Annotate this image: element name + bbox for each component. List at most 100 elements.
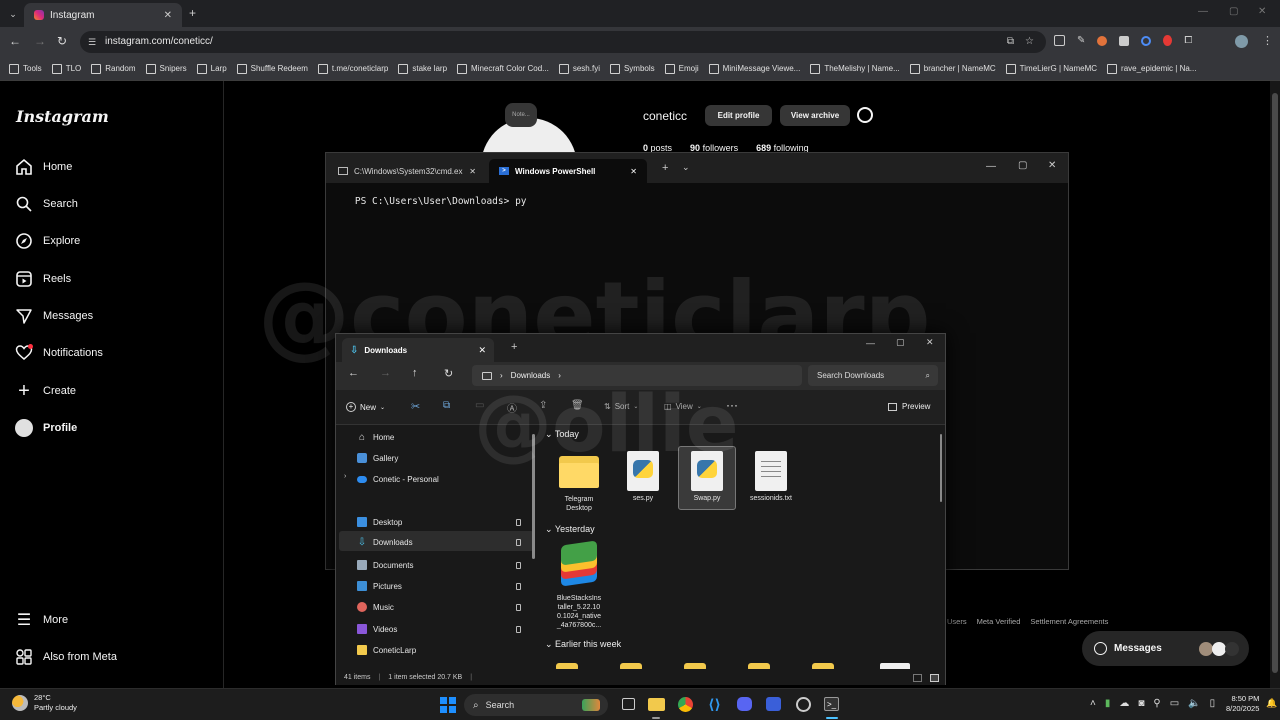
refresh-icon[interactable]: ↻: [444, 367, 453, 380]
maximize-explorer-icon[interactable]: ▢: [896, 337, 905, 348]
nav-home[interactable]: Home: [15, 155, 72, 179]
chrome-taskbar-icon[interactable]: [678, 697, 693, 712]
file-explorer-taskbar-icon[interactable]: [648, 698, 665, 711]
bookmark-item[interactable]: Larp: [196, 63, 227, 74]
sidebar-scrollbar[interactable]: [532, 434, 535, 559]
edit-profile-button[interactable]: Edit profile: [705, 105, 772, 126]
close-tab-icon[interactable]: ✕: [478, 345, 486, 356]
tiles-view-icon[interactable]: [930, 673, 939, 682]
app-blue-taskbar-icon[interactable]: [766, 697, 781, 711]
extension-1-icon[interactable]: [1054, 35, 1065, 46]
clock[interactable]: 8:50 PM 8/20/2025: [1226, 694, 1259, 714]
minimize-browser-icon[interactable]: —: [1198, 6, 1208, 17]
profile-avatar-icon[interactable]: [1235, 35, 1248, 48]
page-scrollbar[interactable]: [1270, 81, 1280, 688]
explorer-address-bar[interactable]: › Downloads ›: [472, 365, 802, 386]
battery-icon[interactable]: ▯: [1210, 698, 1216, 709]
nav-notifications[interactable]: Notifications: [15, 341, 103, 365]
pen-extension-icon[interactable]: ✎: [1077, 35, 1085, 46]
tray-app-icon[interactable]: ◙: [1138, 698, 1144, 709]
maximize-browser-icon[interactable]: ▢: [1229, 6, 1238, 17]
new-tab-icon[interactable]: +: [189, 6, 196, 20]
install-icon[interactable]: ⧉: [1007, 31, 1014, 53]
bookmark-item[interactable]: Emoji: [664, 63, 699, 74]
messages-pill[interactable]: Messages: [1082, 631, 1249, 666]
sidebar-item-videos[interactable]: Videos: [357, 619, 529, 639]
reload-icon[interactable]: ↻: [57, 34, 67, 48]
sidebar-item-music[interactable]: Music: [357, 597, 529, 617]
extension-blue-icon[interactable]: [1141, 35, 1152, 46]
minimize-terminal-icon[interactable]: —: [986, 161, 996, 172]
extensions-puzzle-icon[interactable]: ⧠: [1184, 35, 1192, 46]
maximize-terminal-icon[interactable]: ▢: [1018, 160, 1027, 171]
content-scrollbar[interactable]: [940, 434, 942, 502]
nav-profile[interactable]: Profile: [15, 416, 77, 440]
sort-button[interactable]: ⇅ Sort ⌄: [604, 402, 638, 411]
extension-orange-icon[interactable]: [1097, 35, 1108, 46]
view-button[interactable]: ◫ View ⌄: [664, 402, 702, 411]
bookmark-item[interactable]: Minecraft Color Cod...: [457, 63, 549, 74]
tab-search-icon[interactable]: ⌄: [6, 7, 20, 21]
nav-create[interactable]: + Create: [15, 379, 76, 403]
group-header-today[interactable]: ⌄ Today: [545, 429, 579, 440]
minimize-explorer-icon[interactable]: —: [866, 338, 875, 348]
group-header-earlier[interactable]: ⌄ Earlier this week: [545, 639, 621, 650]
file-explorer-window[interactable]: ⇩ Downloads ✕ + — ▢ ✕ ← → ↑ ↻ › Download…: [335, 333, 946, 685]
close-tab-icon[interactable]: ✕: [630, 167, 637, 176]
vscode-taskbar-icon[interactable]: ⟨⟩: [707, 696, 722, 712]
volume-icon[interactable]: 🔈: [1188, 698, 1200, 709]
sidebar-item-coneticlarp[interactable]: ConeticLarp: [357, 640, 416, 660]
extension-red-icon[interactable]: [1163, 35, 1173, 46]
taskbar-search[interactable]: ⌕ Search: [464, 694, 608, 716]
app-outline-taskbar-icon[interactable]: [796, 697, 811, 712]
terminal-taskbar-icon[interactable]: >_: [824, 697, 839, 711]
new-terminal-tab-icon[interactable]: +: [662, 162, 668, 174]
terminal-tab-powershell[interactable]: > Windows PowerShell ✕: [489, 159, 647, 183]
network-icon[interactable]: ▭: [1170, 698, 1179, 709]
pin-icon[interactable]: [516, 561, 521, 569]
extension-gray-icon[interactable]: [1119, 35, 1130, 46]
bookmark-item[interactable]: MiniMessage Viewe...: [708, 63, 800, 74]
bookmark-item[interactable]: TLO: [51, 63, 81, 74]
bookmark-item[interactable]: Shuffle Redeem: [236, 63, 308, 74]
footer-link-settlement[interactable]: Settlement Agreements: [1030, 617, 1108, 626]
tray-green-icon[interactable]: ▮: [1105, 698, 1111, 709]
back-icon[interactable]: ←: [348, 367, 359, 379]
bookmark-item[interactable]: stake larp: [398, 63, 447, 74]
bookmark-item[interactable]: Random: [91, 63, 136, 74]
pin-icon[interactable]: [516, 518, 521, 526]
expand-chevron-icon[interactable]: ›: [344, 473, 346, 480]
nav-explore[interactable]: Explore: [15, 229, 80, 253]
preview-button[interactable]: Preview: [888, 402, 930, 411]
bookmark-item[interactable]: Snipers: [145, 63, 187, 74]
footer-link-meta-verified[interactable]: Meta Verified: [977, 617, 1021, 626]
cut-icon[interactable]: ✂: [411, 400, 420, 413]
explorer-tab[interactable]: ⇩ Downloads ✕: [342, 338, 494, 362]
pin-icon[interactable]: [516, 538, 521, 546]
start-windows-icon[interactable]: [440, 697, 456, 713]
bookmark-item[interactable]: Tools: [9, 63, 42, 74]
nav-reels[interactable]: Reels: [15, 267, 71, 291]
url-field[interactable]: ☰ instagram.com/coneticc/ ⧉ ☆: [80, 31, 1046, 53]
sidebar-item-onedrive[interactable]: Conetic - Personal: [357, 469, 439, 489]
microphone-icon[interactable]: ⚲: [1153, 698, 1160, 709]
bookmark-item[interactable]: Symbols: [609, 63, 655, 74]
sidebar-item-home[interactable]: ⌂ Home: [357, 427, 394, 447]
pin-icon[interactable]: [516, 603, 521, 611]
discord-taskbar-icon[interactable]: [737, 697, 752, 711]
rename-icon[interactable]: Ⓐ: [507, 400, 517, 415]
bookmark-item[interactable]: TimeLierG | NameMC: [1005, 63, 1097, 74]
nav-also-from-meta[interactable]: Also from Meta: [15, 645, 117, 669]
browser-tab[interactable]: Instagram ✕: [24, 3, 182, 27]
close-tab-icon[interactable]: ✕: [164, 10, 172, 21]
nav-search[interactable]: Search: [15, 192, 78, 216]
paste-icon[interactable]: ▭: [475, 400, 484, 411]
pin-icon[interactable]: [516, 582, 521, 590]
close-browser-icon[interactable]: ✕: [1258, 6, 1266, 17]
copy-icon[interactable]: ⧉: [443, 400, 450, 411]
sidebar-item-gallery[interactable]: Gallery: [357, 448, 398, 468]
instagram-logo[interactable]: Instagram: [16, 107, 109, 126]
bookmark-item[interactable]: t.me/coneticlarp: [317, 63, 388, 74]
breadcrumb-downloads[interactable]: Downloads: [511, 371, 551, 380]
settings-gear-icon[interactable]: [857, 107, 873, 123]
